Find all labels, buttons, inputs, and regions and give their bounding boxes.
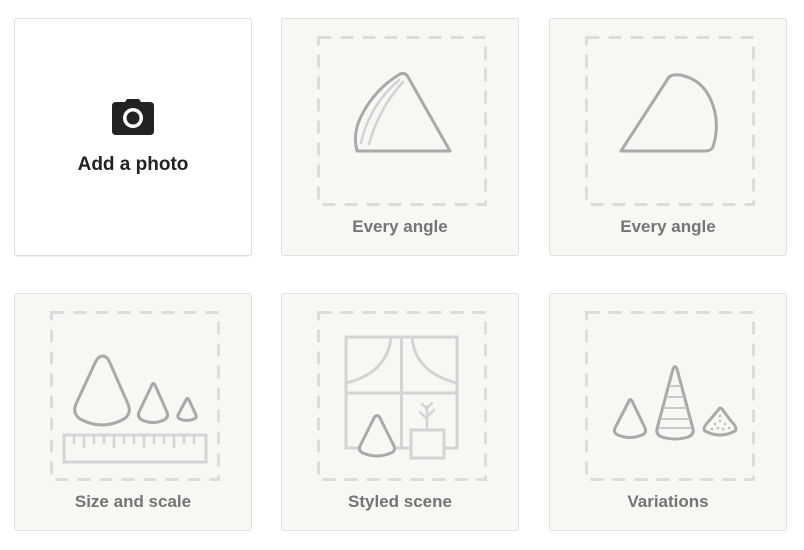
- photo-guide-grid: Add a photo Every angle Every angle Size…: [0, 0, 804, 550]
- cone-side-icon: [585, 36, 755, 206]
- tile-label: Every angle: [352, 217, 448, 236]
- add-photo-tile[interactable]: Add a photo: [14, 18, 252, 256]
- tile-label: Variations: [627, 492, 709, 511]
- cones-ruler-icon: [50, 311, 220, 481]
- styled-scene-tile: Styled scene: [281, 293, 519, 531]
- every-angle-tile-2: Every angle: [549, 18, 787, 256]
- tile-label: Styled scene: [348, 492, 452, 511]
- variations-tile: Variations: [549, 293, 787, 531]
- tile-label: Every angle: [620, 217, 716, 236]
- add-photo-label: Add a photo: [77, 154, 189, 175]
- camera-icon: [112, 99, 154, 140]
- add-photo-content: Add a photo: [15, 99, 251, 176]
- cone-tilted-icon: [317, 36, 487, 206]
- every-angle-tile-1: Every angle: [281, 18, 519, 256]
- tile-label: Size and scale: [74, 492, 192, 511]
- size-and-scale-tile: Size and scale: [14, 293, 252, 531]
- cone-variations-icon: [585, 311, 755, 481]
- window-scene-icon: [317, 311, 487, 481]
